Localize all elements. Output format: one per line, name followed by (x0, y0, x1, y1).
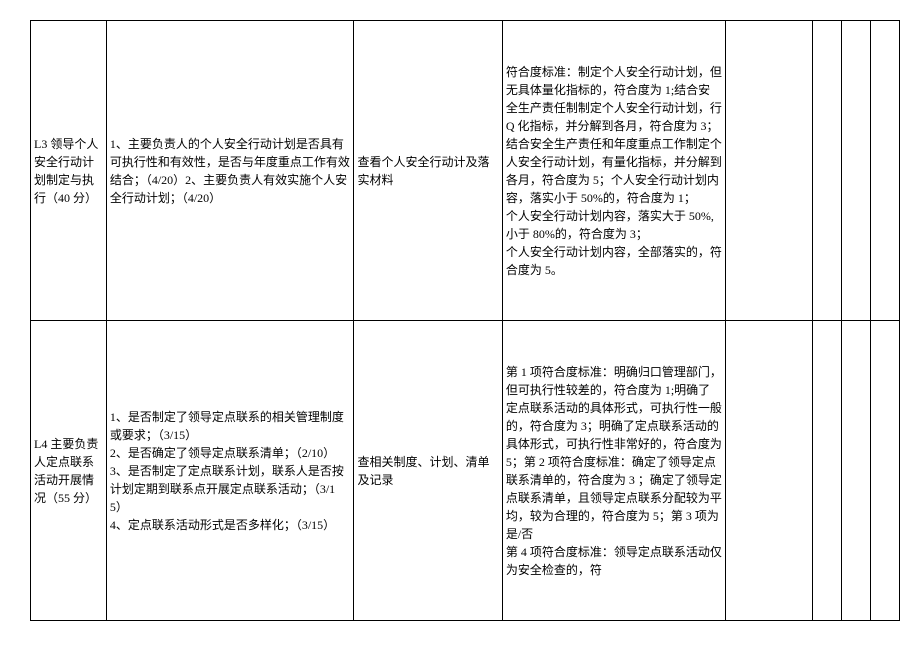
content-cell: 1、主要负责人的个人安全行动计划是否具有可执行性和有效性，是否与年度重点工作有效… (106, 21, 354, 321)
blank-cell (812, 21, 841, 321)
blank-cell (841, 321, 870, 621)
blank-cell (725, 321, 812, 621)
blank-cell (870, 321, 899, 621)
item-id-cell: L4 主要负责人定点联系活动开展情况（55 分） (31, 321, 107, 621)
standard-cell: 第 1 项符合度标准：明确归口管理部门，但可执行性较差的，符合度为 1;明确了定… (502, 321, 725, 621)
blank-cell (841, 21, 870, 321)
table-row: L4 主要负责人定点联系活动开展情况（55 分） 1、是否制定了领导定点联系的相… (31, 321, 900, 621)
blank-cell (812, 321, 841, 621)
blank-cell (870, 21, 899, 321)
audit-table: L3 领导个人安全行动计划制定与执行（40 分） 1、主要负责人的个人安全行动计… (30, 20, 900, 621)
blank-cell (725, 21, 812, 321)
item-id-cell: L3 领导个人安全行动计划制定与执行（40 分） (31, 21, 107, 321)
method-cell: 查看个人安全行动计及落实材料 (354, 21, 502, 321)
method-cell: 查相关制度、计划、清单及记录 (354, 321, 502, 621)
content-cell: 1、是否制定了领导定点联系的相关管理制度或要求；（3/15）2、是否确定了领导定… (106, 321, 354, 621)
standard-cell: 符合度标准：制定个人安全行动计划，但无具体量化指标的，符合度为 1;结合安全生产… (502, 21, 725, 321)
table-row: L3 领导个人安全行动计划制定与执行（40 分） 1、主要负责人的个人安全行动计… (31, 21, 900, 321)
